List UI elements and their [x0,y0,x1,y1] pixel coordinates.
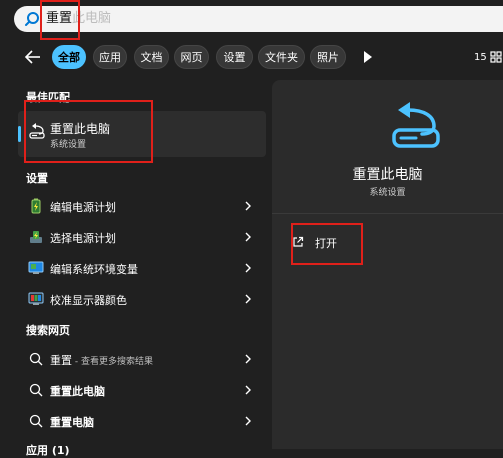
chevron-right-icon [245,232,251,242]
search-icon [29,352,43,366]
back-arrow-icon[interactable] [22,46,44,68]
power-plan-icon [30,231,42,243]
annotation-box [24,100,153,163]
selection-indicator [18,126,21,142]
web-result-label: 重置此电脑 [50,385,105,398]
annotation-box [40,0,80,40]
chevron-right-icon [245,416,251,426]
settings-item-label: 校准显示器颜色 [50,294,127,307]
display-color-icon [28,292,44,305]
search-icon [29,414,43,428]
search-icon [29,383,43,397]
settings-item-label: 编辑系统环境变量 [50,263,138,276]
result-count: 15 [474,52,487,63]
settings-item-label: 选择电源计划 [50,232,116,245]
filter-photos[interactable]: 照片 [310,45,346,69]
filter-settings[interactable]: 设置 [216,45,253,69]
detail-subtitle: 系统设置 [369,188,406,198]
detail-title: 重置此电脑 [352,167,423,183]
reset-pc-icon [392,102,440,148]
web-search-heading: 搜索网页 [26,324,70,337]
chevron-right-icon [245,201,251,211]
grid-icon[interactable] [489,50,503,64]
filter-folders[interactable]: 文件夹 [258,45,305,69]
filter-all[interactable]: 全部 [52,45,86,69]
chevron-right-icon [245,385,251,395]
web-result-label: 重置 - 查看更多搜索结果 [50,354,153,367]
monitor-icon [28,261,44,274]
chevron-right-icon [245,354,251,364]
apps-heading: 应用 (1) [26,444,70,457]
chevron-right-icon [245,294,251,304]
battery-icon [31,198,41,214]
filter-web[interactable]: 网页 [174,45,209,69]
divider [272,213,503,214]
web-result-label: 重置电脑 [50,416,94,429]
settings-item-label: 编辑电源计划 [50,201,116,214]
chevron-right-icon [245,263,251,273]
more-filters-icon[interactable] [363,51,373,63]
settings-heading: 设置 [26,172,48,185]
annotation-box [291,223,363,265]
filter-documents[interactable]: 文档 [134,45,169,69]
filter-apps[interactable]: 应用 [93,45,127,69]
